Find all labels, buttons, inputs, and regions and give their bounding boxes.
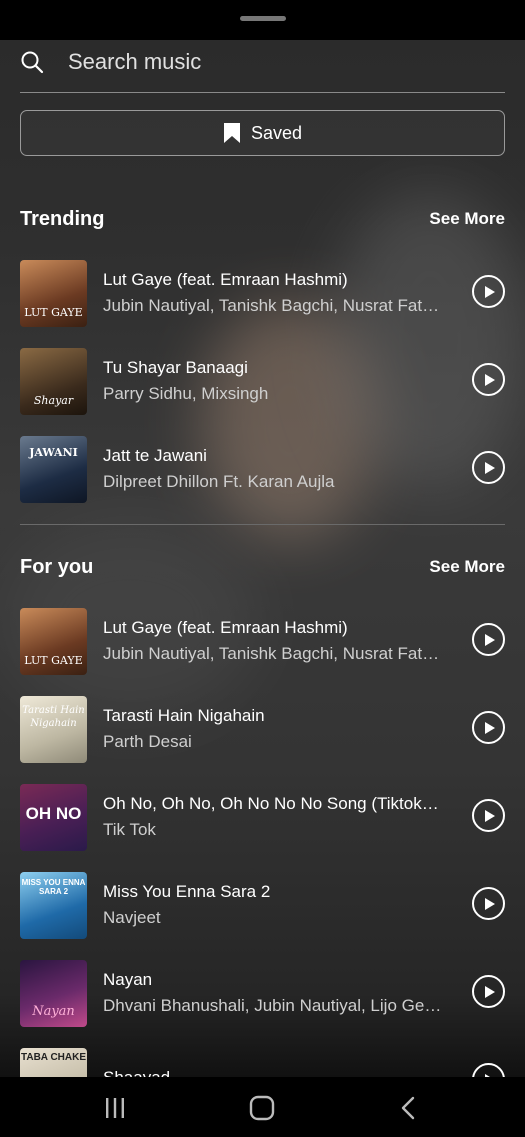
track-title: Lut Gaye (feat. Emraan Hashmi) — [103, 618, 348, 637]
trending-header: Trending See More — [20, 204, 505, 234]
album-art: LUT GAYE — [20, 607, 87, 675]
album-art-text: Tarasti Hain Nigahain — [22, 704, 85, 729]
play-button[interactable] — [472, 623, 505, 656]
play-icon — [484, 721, 495, 734]
track-item[interactable]: LUT GAYE Lut Gaye (feat. Emraan Hashmi) … — [20, 259, 505, 327]
recents-button[interactable] — [100, 1093, 130, 1123]
track-artist: Parry Sidhu, Mixsingh — [103, 384, 269, 403]
track-item[interactable]: LUT GAYE Lut Gaye (feat. Emraan Hashmi) … — [20, 607, 505, 675]
album-art-text: TABA CHAKE — [21, 1051, 86, 1063]
track-item[interactable]: TABA CHAKE Shaayad — [20, 1047, 505, 1077]
play-button[interactable] — [472, 363, 505, 396]
play-button[interactable] — [472, 451, 505, 484]
album-art-text: OH NO — [25, 803, 82, 823]
track-title: Oh No, Oh No, Oh No No No Song (Tiktok R… — [103, 794, 443, 813]
play-icon — [484, 897, 495, 910]
play-button[interactable] — [472, 887, 505, 920]
play-button[interactable] — [472, 975, 505, 1008]
back-button[interactable] — [393, 1093, 423, 1123]
saved-label: Saved — [250, 122, 303, 143]
track-title: Shaayad — [103, 1068, 443, 1077]
play-icon — [484, 461, 495, 474]
track-item[interactable]: OH NO Oh No, Oh No, Oh No No No Song (Ti… — [20, 783, 505, 851]
play-icon — [484, 809, 495, 822]
track-artist: Dhvani Bhanushali, Jubin Nautiyal, Lijo … — [103, 996, 443, 1015]
track-title: Tarasti Hain Nigahain — [103, 706, 265, 725]
album-art: Nayan — [20, 959, 87, 1027]
track-item[interactable]: Shayar Tu Shayar Banaagi Parry Sidhu, Mi… — [20, 347, 505, 415]
see-more-link[interactable]: See More — [429, 557, 505, 577]
track-artist: Jubin Nautiyal, Tanishk Bagchi, Nusrat F… — [103, 296, 443, 315]
play-button[interactable] — [472, 711, 505, 744]
saved-button[interactable]: Saved — [20, 110, 505, 156]
track-item[interactable]: Nayan Nayan Dhvani Bhanushali, Jubin Nau… — [20, 959, 505, 1027]
album-art-text: Shayar — [33, 393, 74, 407]
track-title: Tu Shayar Banaagi — [103, 358, 248, 377]
track-title: Nayan — [103, 970, 153, 989]
play-icon — [484, 633, 495, 646]
play-button[interactable] — [472, 799, 505, 832]
search-divider — [20, 92, 505, 93]
album-art-text: JAWANI — [29, 445, 78, 459]
recents-icon — [106, 1098, 124, 1118]
track-artist: Navjeet — [103, 908, 161, 927]
track-item[interactable]: Tarasti Hain Nigahain Tarasti Hain Nigah… — [20, 695, 505, 763]
section-divider — [20, 524, 505, 525]
album-art-text: LUT GAYE — [24, 653, 83, 667]
play-icon — [484, 985, 495, 998]
for-you-header: For you See More — [20, 552, 505, 582]
home-button[interactable] — [247, 1093, 277, 1123]
section-title: Trending — [20, 207, 105, 230]
home-icon — [249, 1095, 275, 1121]
section-title: For you — [20, 555, 94, 578]
play-button[interactable] — [472, 275, 505, 308]
track-title: Lut Gaye (feat. Emraan Hashmi) — [103, 270, 348, 289]
see-more-link[interactable]: See More — [429, 209, 505, 229]
album-art-text: LUT GAYE — [24, 305, 83, 319]
track-item[interactable]: JAWANI Jatt te Jawani Dilpreet Dhillon F… — [20, 435, 505, 503]
sheet-handle[interactable] — [240, 16, 286, 21]
track-title: Jatt te Jawani — [103, 446, 207, 465]
track-artist: Tik Tok — [103, 820, 156, 839]
track-item[interactable]: MISS YOU ENNA SARA 2 Miss You Enna Sara … — [20, 871, 505, 939]
track-artist: Dilpreet Dhillon Ft. Karan Aujla — [103, 472, 335, 491]
track-title: Miss You Enna Sara 2 — [103, 882, 271, 901]
album-art: TABA CHAKE — [20, 1047, 87, 1077]
bookmark-icon — [223, 123, 240, 143]
play-button[interactable] — [472, 1063, 505, 1077]
track-artist: Jubin Nautiyal, Tanishk Bagchi, Nusrat F… — [103, 644, 443, 663]
play-icon — [484, 373, 495, 386]
system-nav-bar — [0, 1077, 525, 1137]
play-icon — [484, 285, 495, 298]
back-icon — [401, 1096, 415, 1120]
album-art: LUT GAYE — [20, 259, 87, 327]
music-picker-sheet: Saved Trending See More LUT GAYE Lut Gay… — [0, 40, 525, 1077]
album-art: OH NO — [20, 783, 87, 851]
album-art: Tarasti Hain Nigahain — [20, 695, 87, 763]
album-art: MISS YOU ENNA SARA 2 — [20, 871, 87, 939]
album-art: Shayar — [20, 347, 87, 415]
album-art-text: MISS YOU ENNA SARA 2 — [21, 877, 86, 896]
album-art: JAWANI — [20, 435, 87, 503]
search-bar[interactable] — [20, 40, 505, 84]
search-icon — [21, 51, 44, 74]
album-art-text: Nayan — [32, 1003, 75, 1019]
search-input[interactable] — [68, 49, 468, 75]
track-artist: Parth Desai — [103, 732, 192, 751]
